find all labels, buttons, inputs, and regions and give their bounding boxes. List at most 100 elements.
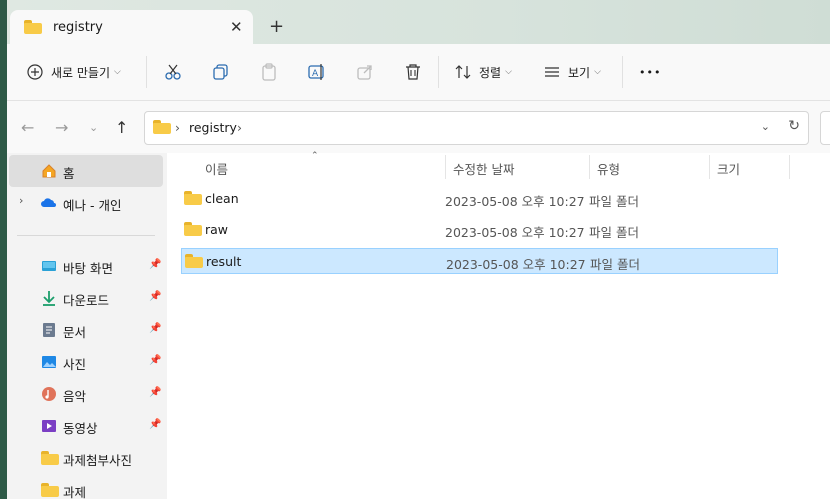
copy-button[interactable] — [212, 60, 230, 84]
column-header-size[interactable]: 크기 — [717, 159, 740, 178]
sidebar-item-label: 음악 — [63, 389, 87, 404]
view-list-icon — [545, 67, 559, 77]
sort-label: 정렬 — [479, 65, 502, 80]
video-icon — [42, 420, 56, 432]
pictures-icon — [42, 356, 56, 368]
table-row[interactable]: raw 2023-05-08 오후 10:27 파일 폴더 — [181, 217, 778, 243]
paste-button[interactable] — [260, 60, 278, 84]
sort-button[interactable]: 정렬 ⌵ — [455, 60, 512, 84]
pin-icon[interactable]: 📌 — [149, 355, 161, 366]
sort-icon — [455, 65, 471, 79]
desktop-icon — [42, 261, 56, 271]
folder-icon — [184, 222, 202, 236]
tab-registry[interactable]: registry ✕ — [10, 10, 253, 44]
onedrive-cloud-icon — [41, 198, 56, 207]
sidebar-item-label: 홈 — [63, 166, 75, 181]
download-icon — [43, 291, 55, 306]
trash-icon — [406, 64, 420, 80]
cut-button[interactable] — [164, 60, 182, 84]
column-header-name[interactable]: 이름 — [205, 159, 228, 178]
sidebar-item-label: 다운로드 — [63, 293, 110, 308]
close-tab-icon[interactable]: ✕ — [230, 18, 243, 36]
file-name: result — [206, 254, 242, 269]
file-name: raw — [205, 222, 229, 237]
sidebar-item-label: 과제첨부사진 — [63, 453, 133, 468]
search-box[interactable] — [820, 111, 830, 145]
column-divider[interactable] — [589, 155, 590, 179]
column-divider[interactable] — [789, 155, 790, 179]
view-label: 보기 — [568, 65, 591, 80]
new-tab-button[interactable]: + — [269, 16, 284, 37]
file-type: 파일 폴더 — [589, 194, 639, 209]
breadcrumb-chevron-icon[interactable]: › — [237, 120, 242, 135]
sidebar-item-folder[interactable]: 과제첨부사진 — [9, 442, 163, 474]
recent-locations-chevron-icon[interactable]: ⌄ — [89, 121, 98, 134]
sidebar-divider — [17, 235, 155, 236]
sidebar-item-videos[interactable]: 동영상 📌 — [9, 410, 163, 442]
chevron-down-icon: ⌵ — [505, 67, 512, 77]
document-icon — [43, 323, 55, 337]
file-date: 2023-05-08 오후 10:27 — [445, 225, 585, 240]
sort-ascending-icon: ⌃ — [311, 151, 319, 161]
file-list: ⌃ 이름 수정한 날짜 유형 크기 clean 2023-05-08 오후 10… — [167, 151, 830, 499]
rename-icon: A — [308, 64, 324, 80]
new-button[interactable]: 새로 만들기 ⌵ — [27, 60, 121, 84]
folder-icon — [153, 120, 171, 134]
file-date: 2023-05-08 오후 10:27 — [445, 194, 585, 209]
folder-icon — [24, 20, 42, 34]
column-divider[interactable] — [709, 155, 710, 179]
rename-button[interactable]: A — [308, 60, 326, 84]
share-button[interactable] — [356, 60, 374, 84]
table-row-selected[interactable]: result 2023-05-08 오후 10:27 파일 폴더 — [181, 248, 778, 274]
column-divider[interactable] — [445, 155, 446, 179]
more-options-button[interactable]: ••• — [639, 60, 661, 84]
sidebar-item-music[interactable]: 음악 📌 — [9, 378, 163, 410]
command-bar: 새로 만들기 ⌵ A 정렬 ⌵ 보기 ⌵ ••• — [7, 44, 830, 101]
column-header-date[interactable]: 수정한 날짜 — [453, 159, 514, 178]
pin-icon[interactable]: 📌 — [149, 259, 161, 270]
back-arrow-icon[interactable]: ← — [21, 118, 34, 137]
copy-icon — [213, 64, 228, 80]
plus-circle-icon — [27, 64, 43, 80]
address-dropdown-icon[interactable]: ⌄ — [761, 120, 770, 133]
scissors-icon — [165, 64, 181, 80]
up-arrow-icon[interactable]: ↑ — [115, 118, 128, 137]
folder-icon — [185, 254, 203, 268]
delete-button[interactable] — [404, 60, 422, 84]
address-box[interactable]: › registry › ⌄ ↻ — [144, 111, 809, 145]
sidebar-item-onedrive[interactable]: › 예나 - 개인 — [9, 187, 163, 219]
sidebar-item-desktop[interactable]: 바탕 화면 📌 — [9, 250, 163, 282]
column-header-type[interactable]: 유형 — [597, 159, 620, 178]
sidebar-item-documents[interactable]: 문서 📌 — [9, 314, 163, 346]
sidebar-item-pictures[interactable]: 사진 📌 — [9, 346, 163, 378]
forward-arrow-icon[interactable]: → — [55, 118, 68, 137]
folder-icon — [41, 483, 59, 499]
folder-icon — [41, 451, 59, 467]
clipboard-icon — [262, 63, 276, 81]
sidebar-item-label: 과제 — [63, 485, 87, 499]
view-button[interactable]: 보기 ⌵ — [544, 60, 601, 84]
pin-icon[interactable]: 📌 — [149, 419, 161, 430]
refresh-icon[interactable]: ↻ — [788, 118, 800, 134]
pin-icon[interactable]: 📌 — [149, 323, 161, 334]
folder-icon — [184, 191, 202, 205]
pin-icon[interactable]: 📌 — [149, 291, 161, 302]
address-bar-row: ← → ⌄ ↑ › registry › ⌄ ↻ — [7, 101, 830, 153]
file-explorer-window: registry ✕ + 새로 만들기 ⌵ A 정렬 ⌵ 보기 ⌵ ••• ← … — [7, 0, 830, 499]
table-row[interactable]: clean 2023-05-08 오후 10:27 파일 폴더 — [181, 186, 778, 212]
navigation-pane: 홈 › 예나 - 개인 바탕 화면 📌 다운로드 📌 문서 📌 사진 📌 음악 … — [7, 153, 167, 499]
expand-chevron-icon[interactable]: › — [19, 194, 23, 207]
pin-icon[interactable]: 📌 — [149, 387, 161, 398]
breadcrumb-registry[interactable]: registry — [189, 120, 237, 135]
sidebar-item-downloads[interactable]: 다운로드 📌 — [9, 282, 163, 314]
file-type: 파일 폴더 — [589, 225, 639, 240]
chevron-down-icon: ⌵ — [114, 67, 121, 77]
sidebar-item-label: 예나 - 개인 — [63, 198, 122, 213]
sidebar-item-home[interactable]: 홈 — [9, 155, 163, 187]
sidebar-item-label: 사진 — [63, 357, 87, 372]
tab-title: registry — [53, 20, 103, 35]
breadcrumb-chevron-icon[interactable]: › — [175, 120, 180, 135]
svg-text:A: A — [312, 69, 319, 79]
sidebar-item-folder[interactable]: 과제 — [9, 474, 163, 499]
toolbar-divider — [622, 56, 623, 88]
